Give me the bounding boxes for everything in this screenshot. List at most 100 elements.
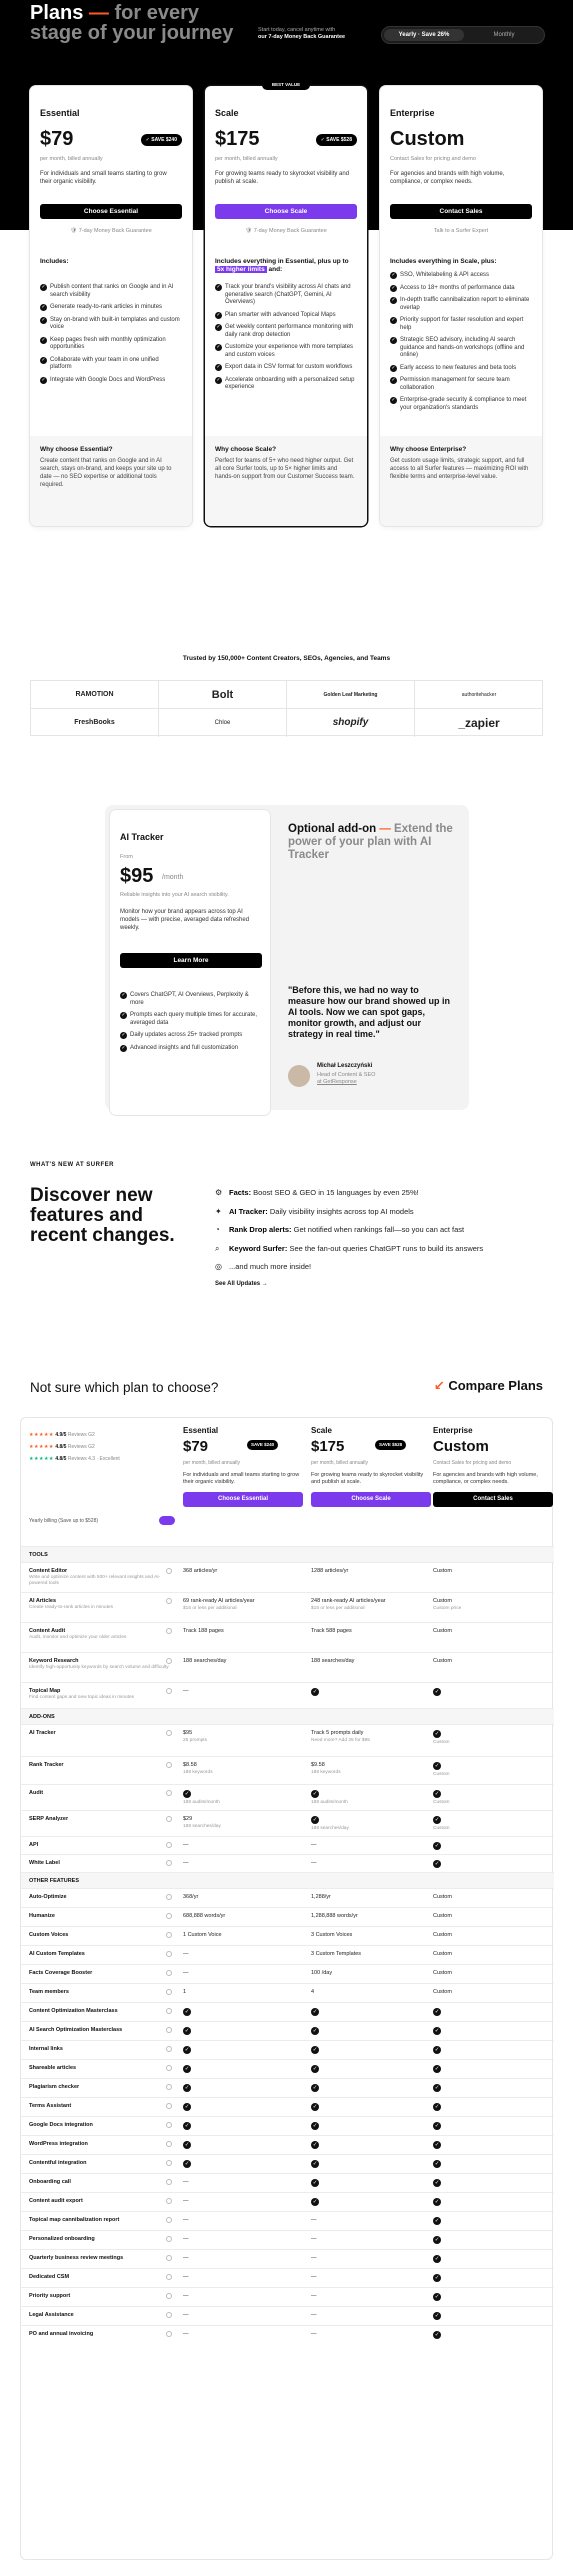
addon-name: AI Tracker xyxy=(120,832,164,842)
info-icon[interactable] xyxy=(166,1894,172,1900)
plan-name: Enterprise xyxy=(390,108,435,118)
check-icon: ✓ xyxy=(311,2179,319,2187)
table-row: Shareable articles ✓ ✓ ✓ xyxy=(21,2059,554,2078)
info-icon[interactable] xyxy=(166,2312,172,2318)
col-description: For agencies and brands with high volume… xyxy=(433,1472,538,1485)
check-icon: ✓ xyxy=(433,2331,441,2339)
info-icon[interactable] xyxy=(166,2160,172,2166)
info-icon[interactable] xyxy=(166,2046,172,2052)
toggle-monthly[interactable]: Monthly xyxy=(466,29,542,41)
info-icon[interactable] xyxy=(166,1762,172,1768)
table-row: Auto-Optimize 368/yr 1,288/yr Custom xyxy=(21,1888,554,1907)
info-icon[interactable] xyxy=(166,2274,172,2280)
cell-value: — xyxy=(183,1688,189,1694)
testimonial-name: Michał Leszczyński xyxy=(317,1063,373,1069)
cell-value: — xyxy=(183,1970,189,1976)
toggle-switch[interactable] xyxy=(159,1516,175,1525)
avatar xyxy=(288,1065,310,1087)
check-icon: ✓ xyxy=(433,2312,441,2320)
cell-value: ✓ xyxy=(433,2179,553,2187)
info-icon[interactable] xyxy=(166,2293,172,2299)
info-icon[interactable] xyxy=(166,1816,172,1822)
feature-item: Advanced insights and full customization xyxy=(120,1044,262,1053)
info-icon[interactable] xyxy=(166,2217,172,2223)
contact-sales-button[interactable]: Contact Sales xyxy=(433,1492,553,1507)
plan-description: For individuals and small teams starting… xyxy=(40,171,167,185)
table-row: AI Articles Create ready-to-rank articles… xyxy=(21,1592,554,1622)
cell-value: — xyxy=(183,2198,189,2204)
cell-value: ✓ xyxy=(311,2046,431,2054)
info-icon[interactable] xyxy=(166,1568,172,1574)
info-icon[interactable] xyxy=(166,2027,172,2033)
info-icon[interactable] xyxy=(166,2255,172,2261)
info-icon[interactable] xyxy=(166,2122,172,2128)
info-icon[interactable] xyxy=(166,2179,172,2185)
section-header: ADD-ONS xyxy=(21,1708,554,1724)
cell-value: — xyxy=(183,2274,189,2280)
info-icon[interactable] xyxy=(166,2331,172,2337)
compare-title: Not sure which plan to choose? xyxy=(30,1380,219,1395)
check-icon: ✓ xyxy=(433,2236,441,2244)
info-icon[interactable] xyxy=(166,1598,172,1604)
plan-card-essential: Essential $79 ✓ SAVE $240 per month, bil… xyxy=(30,86,192,526)
billing-toggle[interactable]: Yearly · Save 26% Monthly xyxy=(381,26,545,44)
news-item[interactable]: ⚙ Facts: Boost SEO & GEO in 15 languages … xyxy=(215,1188,535,1197)
contact-sales-button[interactable]: Contact Sales xyxy=(390,204,532,219)
check-icon: ✓ xyxy=(183,2141,191,2149)
news-item[interactable]: ⌕ Keyword Surfer: See the fan-out queries… xyxy=(215,1244,535,1253)
learn-more-button[interactable]: Learn More xyxy=(120,953,262,968)
info-icon[interactable] xyxy=(166,2103,172,2109)
col-description: For individuals and small teams starting… xyxy=(183,1472,300,1485)
info-icon[interactable] xyxy=(166,1730,172,1736)
cell-value: ✓ xyxy=(311,2179,431,2187)
info-icon[interactable] xyxy=(166,1842,172,1848)
col-name: Enterprise xyxy=(433,1426,473,1435)
logo-zapier: _zapier xyxy=(458,716,500,730)
info-icon[interactable] xyxy=(166,1790,172,1796)
info-icon[interactable] xyxy=(166,1860,172,1866)
info-icon[interactable] xyxy=(166,1951,172,1957)
compare-plans-link[interactable]: ↙ Compare Plans xyxy=(434,1378,543,1394)
cell-value: ✓ xyxy=(433,1860,553,1868)
table-row: Internal links ✓ ✓ ✓ xyxy=(21,2040,554,2059)
see-all-updates-link[interactable]: See All Updates → xyxy=(215,1281,535,1287)
logo-authoritehacker: authoritehacker xyxy=(415,681,543,709)
info-icon[interactable] xyxy=(166,1913,172,1919)
info-icon[interactable] xyxy=(166,2198,172,2204)
info-icon[interactable] xyxy=(166,1970,172,1976)
news-item[interactable]: ◔ Rank Drop alerts: Get notified when ran… xyxy=(215,1225,535,1234)
toggle-yearly[interactable]: Yearly · Save 26% xyxy=(384,29,464,41)
info-icon[interactable] xyxy=(166,1658,172,1664)
col-name: Essential xyxy=(183,1426,219,1435)
yearly-billing-toggle[interactable]: Yearly billing (Save up to $528) xyxy=(29,1516,175,1525)
cell-value: 100 /day xyxy=(311,1970,333,1976)
feature-item: Publish content that ranks on Google and… xyxy=(40,284,182,299)
ai-tracker-card: AI Tracker From $95 /month Reliable insi… xyxy=(110,810,270,1115)
choose-scale-button[interactable]: Choose Scale xyxy=(215,204,357,219)
info-icon[interactable] xyxy=(166,2008,172,2014)
feature-name: Keyword Research Identify high-opportunit… xyxy=(29,1658,169,1670)
news-item[interactable]: ✦ AI Tracker: Daily visibility insights a… xyxy=(215,1207,535,1216)
check-icon: ✓ xyxy=(311,2198,319,2206)
info-icon[interactable] xyxy=(166,1989,172,1995)
info-icon[interactable] xyxy=(166,2141,172,2147)
info-icon[interactable] xyxy=(166,1932,172,1938)
review-g2: ★★★★★ 4.9/5 Reviews G2 xyxy=(29,1432,95,1438)
choose-scale-button[interactable]: Choose Scale xyxy=(311,1492,431,1507)
choose-essential-button[interactable]: Choose Essential xyxy=(183,1492,303,1507)
feature-name: Rank Tracker xyxy=(29,1762,64,1768)
info-icon[interactable] xyxy=(166,2084,172,2090)
check-icon: ✓ xyxy=(311,2141,319,2149)
info-icon[interactable] xyxy=(166,2065,172,2071)
feature-item: Get weekly content performance monitorin… xyxy=(215,324,357,339)
choose-essential-button[interactable]: Choose Essential xyxy=(40,204,182,219)
info-icon[interactable] xyxy=(166,1628,172,1634)
info-icon[interactable] xyxy=(166,2236,172,2242)
col-price-note: per month, billed annually xyxy=(311,1460,368,1466)
cell-value: ✓ xyxy=(311,2122,431,2130)
review-trustpilot: ★★★★★ 4.8/5 Reviews 4.3 · Excellent xyxy=(29,1456,120,1462)
feature-name: API xyxy=(29,1842,39,1848)
check-icon: ✓ xyxy=(183,2065,191,2073)
check-icon: ✓ xyxy=(433,2274,441,2282)
info-icon[interactable] xyxy=(166,1688,172,1694)
